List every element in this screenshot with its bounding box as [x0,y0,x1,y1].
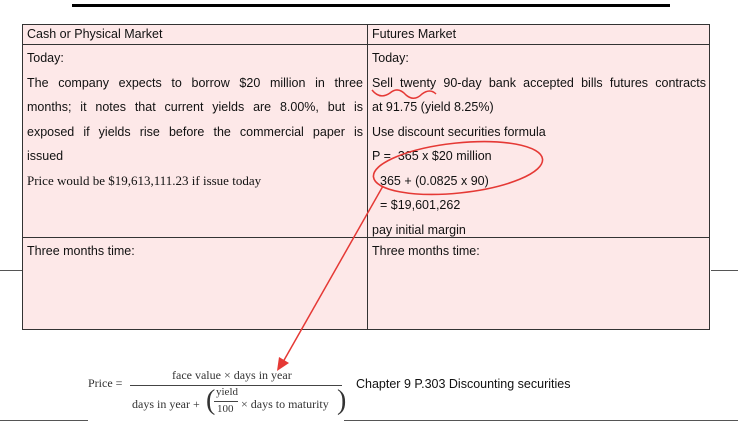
annotation-squiggle [371,89,437,99]
annotation-circle [372,140,544,196]
annotation-arrow-line [282,185,384,363]
annotation-arrow-head [277,357,289,371]
annotation-overlay [277,89,544,371]
